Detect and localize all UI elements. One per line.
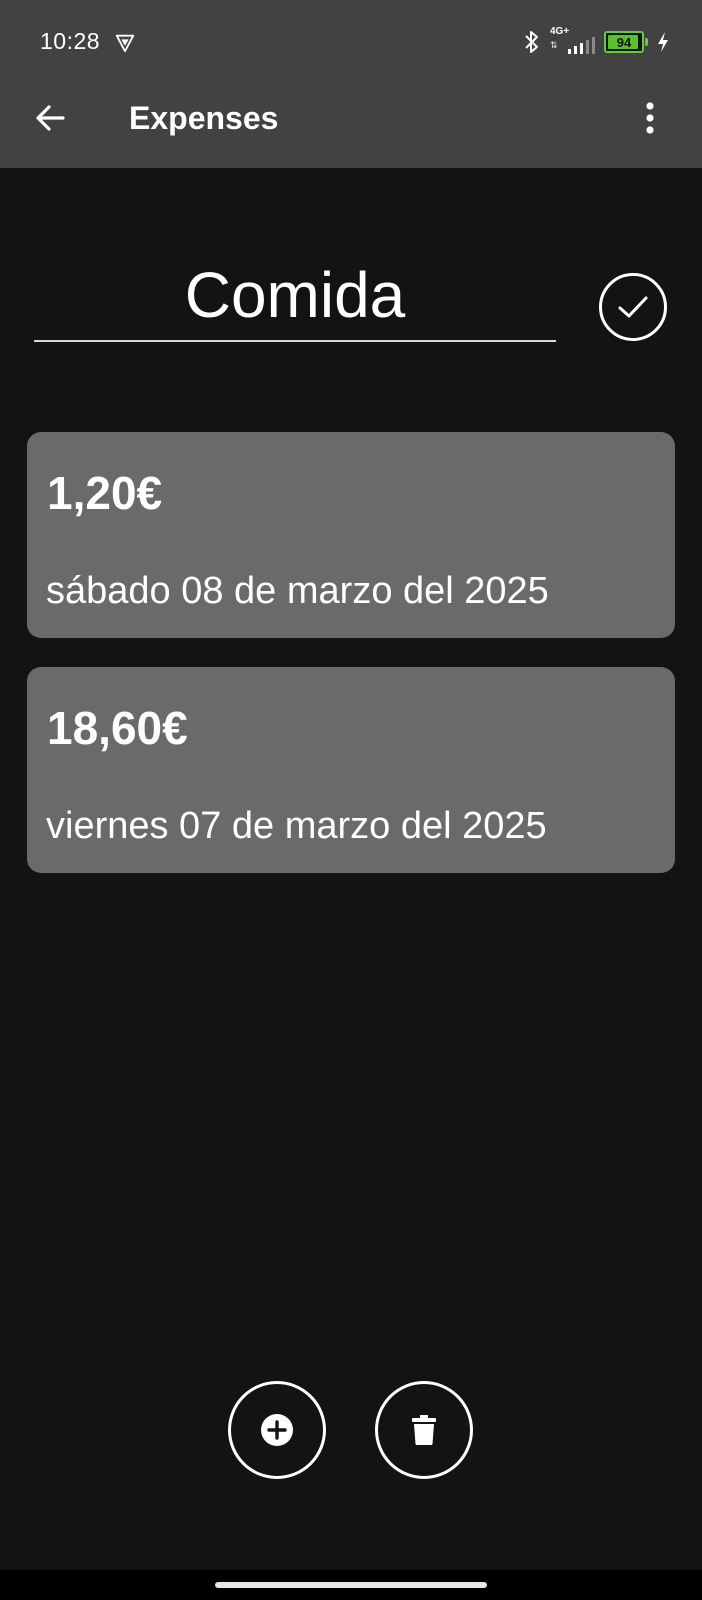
status-time: 10:28 [40, 28, 101, 54]
trash-icon [412, 1415, 436, 1445]
add-circle-icon [261, 1414, 293, 1446]
expense-card[interactable]: 1,20€ sábado 08 de marzo del 2025 [27, 432, 675, 638]
check-icon [618, 296, 648, 318]
cellular-signal: 4G+ ⇅ [550, 26, 596, 56]
bluetooth-icon [525, 31, 538, 53]
expense-date: viernes 07 de marzo del 2025 [46, 805, 547, 847]
expense-list: 1,20€ sábado 08 de marzo del 2025 18,60€… [27, 432, 675, 902]
more-options-button[interactable] [628, 96, 672, 140]
data-activity-icon: ⇅ [550, 40, 558, 50]
battery-tip [645, 38, 648, 46]
battery-level: 94 [616, 34, 632, 50]
signal-bars-icon [568, 37, 595, 54]
status-icons: 4G+ ⇅ 94 [522, 24, 670, 60]
vpn-shield-icon [115, 34, 135, 53]
delete-category-button[interactable] [375, 1381, 473, 1479]
back-button[interactable] [28, 96, 72, 140]
top-bar: 10:28 4G+ ⇅ 94 Expenses [0, 0, 702, 168]
add-expense-button[interactable] [228, 1381, 326, 1479]
expense-date: sábado 08 de marzo del 2025 [46, 570, 549, 612]
arrow-left-icon [36, 105, 65, 131]
expense-amount: 1,20€ [47, 467, 163, 519]
category-name-input[interactable] [34, 250, 556, 342]
battery-indicator: 94 [604, 31, 648, 53]
expenses-screen: 10:28 4G+ ⇅ 94 Expenses Comida 1,20€ sáb… [0, 0, 702, 1600]
expense-amount: 18,60€ [47, 702, 188, 754]
charging-bolt-icon [658, 32, 668, 52]
system-nav-bar [0, 1570, 702, 1600]
app-title: Expenses [129, 100, 279, 136]
home-indicator[interactable] [215, 1582, 487, 1588]
expense-card[interactable]: 18,60€ viernes 07 de marzo del 2025 [27, 667, 675, 873]
confirm-button[interactable] [599, 273, 667, 341]
more-vert-icon [646, 102, 654, 134]
